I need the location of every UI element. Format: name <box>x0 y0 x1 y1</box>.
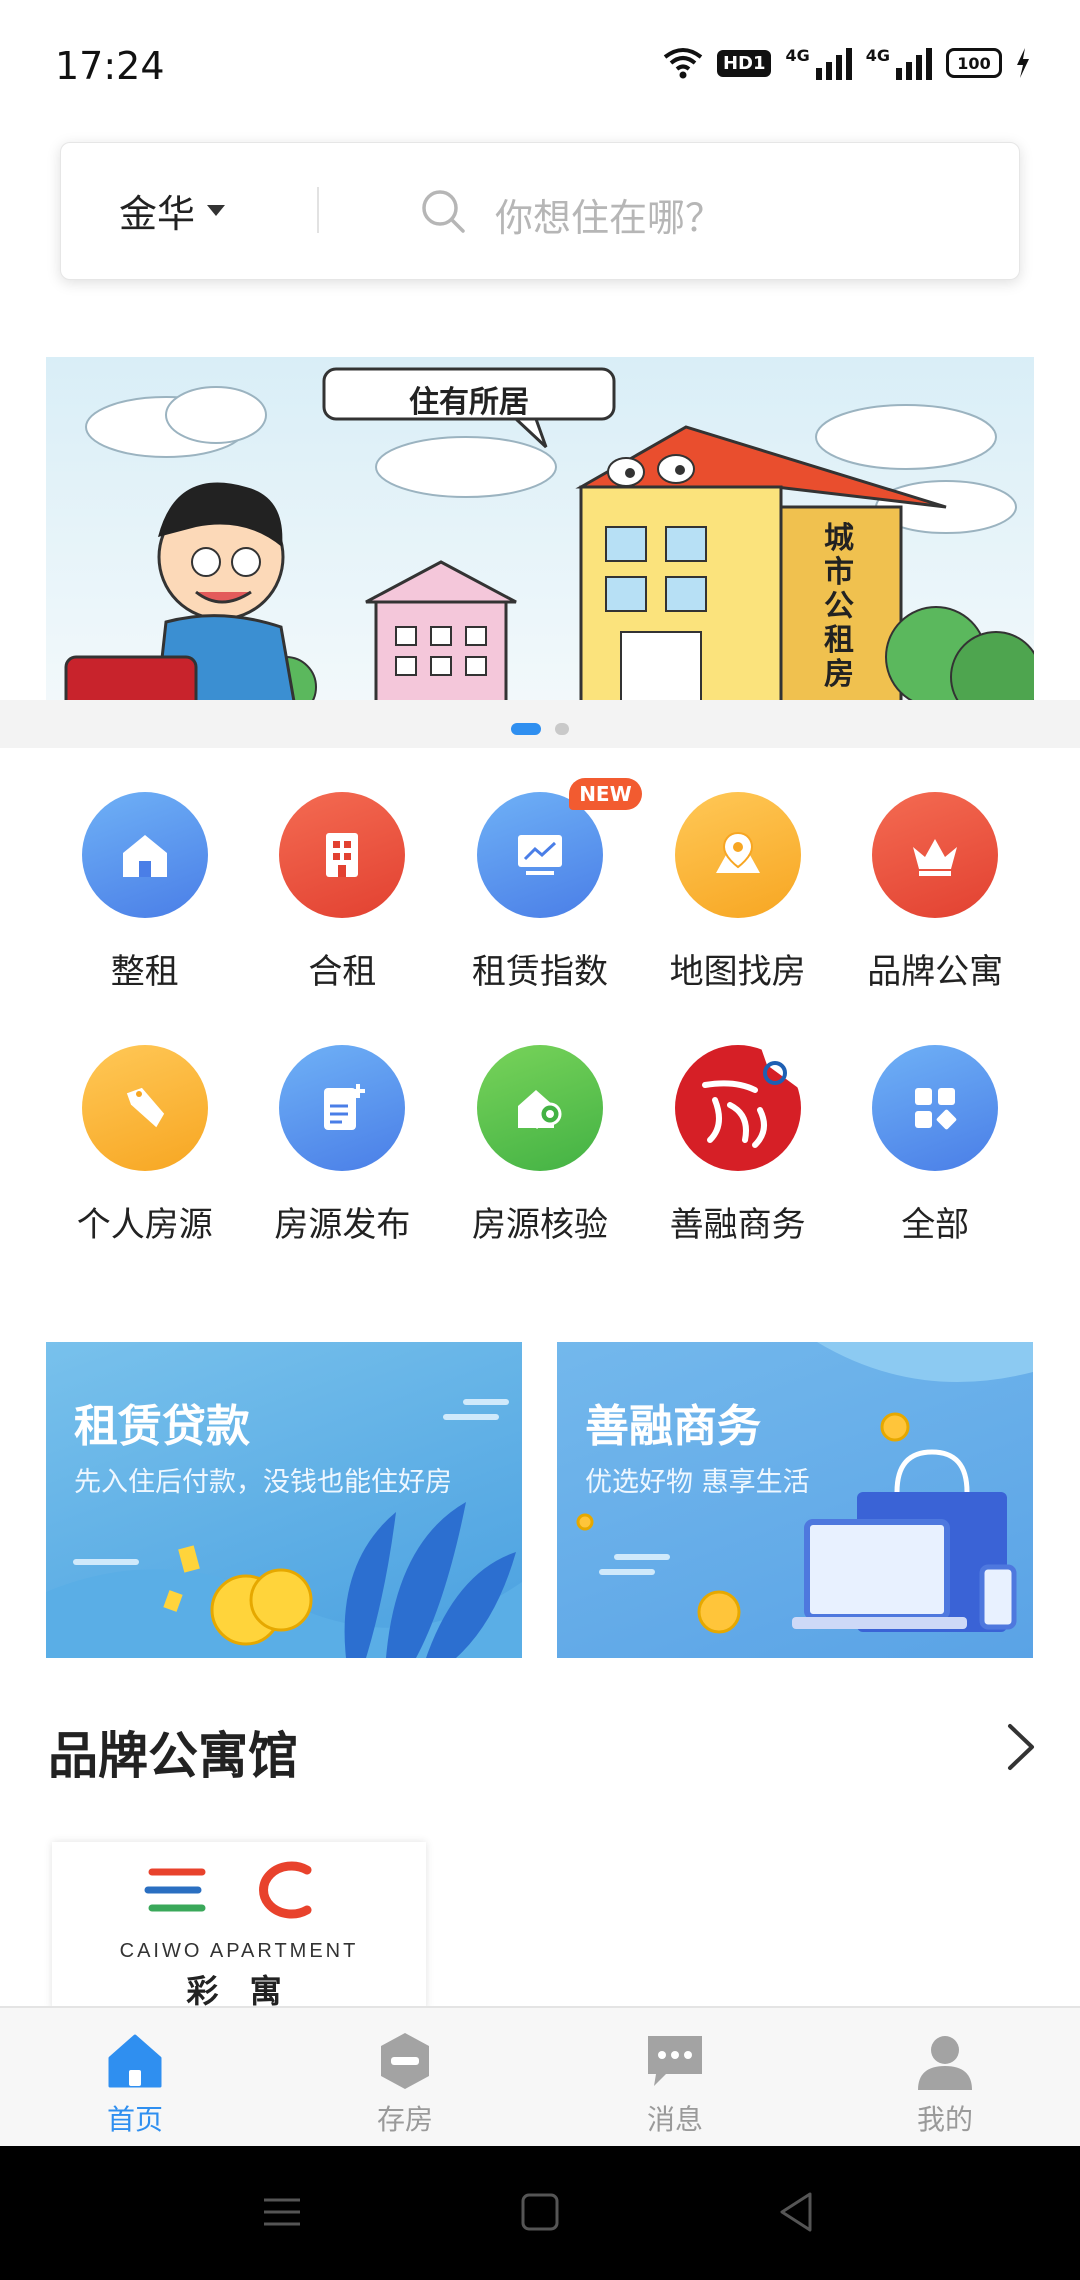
quick-item-label: 房源发布 <box>274 1205 411 1245</box>
search-icon <box>422 190 465 233</box>
battery-icon: 100 <box>946 48 1002 78</box>
tab-home[interactable]: 首页 <box>0 2008 270 2146</box>
promo-subtitle: 优选好物 惠享生活 <box>585 1467 810 1498</box>
house-key-icon <box>476 1045 603 1171</box>
carousel-dot[interactable] <box>555 723 569 735</box>
quick-item-label: 品牌公寓 <box>867 952 1004 992</box>
wifi-icon <box>663 48 703 79</box>
quick-menu-grid: 整租 合租 NEW 租赁指数 地图找房 品牌公寓 个人房源 房源发布 房源核验 … <box>46 778 1034 1246</box>
home-button-icon[interactable] <box>516 2188 564 2236</box>
search-bar[interactable]: 金华 你想住在哪？ <box>60 142 1020 280</box>
profile-icon <box>918 2036 972 2090</box>
grid-apps-icon <box>872 1045 999 1171</box>
status-time: 17:24 <box>55 44 165 88</box>
quick-item-personal-listing[interactable]: 个人房源 <box>46 1045 244 1246</box>
status-icons: HD1 4G 4G 100 <box>663 46 1030 80</box>
divider <box>317 187 319 233</box>
quick-item-label: 整租 <box>110 952 179 992</box>
quick-item-publish-listing[interactable]: 房源发布 <box>244 1045 442 1246</box>
brand-name-cn: 彩 寓 <box>186 1972 292 2010</box>
chevron-right-icon[interactable] <box>1004 1722 1038 1772</box>
promo-title: 租赁贷款 <box>74 1401 250 1452</box>
shanrong-logo-icon <box>674 1045 801 1171</box>
quick-item-rent-index[interactable]: NEW 租赁指数 <box>441 778 642 993</box>
tab-label: 我的 <box>916 2103 973 2136</box>
network-type-label: 4G <box>865 46 890 65</box>
quick-item-label: 合租 <box>308 952 377 992</box>
network-type-label: 4G <box>785 46 810 65</box>
home-icon <box>108 2034 162 2088</box>
promo-title: 善融商务 <box>585 1401 761 1452</box>
status-bar: 17:24 HD1 4G 4G 100 <box>0 0 1080 130</box>
promo-subtitle: 先入住后付款，没钱也能住好房 <box>74 1467 452 1498</box>
tab-label: 存房 <box>376 2103 433 2136</box>
signal-icon: 4G <box>785 46 852 80</box>
brand-card-caiwo[interactable]: CAIWO APARTMENT 彩 寓 <box>52 1842 426 2010</box>
tab-messages[interactable]: 消息 <box>540 2008 810 2146</box>
promo-card-shanrong[interactable]: 善融商务 优选好物 惠享生活 <box>557 1342 1033 1658</box>
hd-icon: HD1 <box>716 49 772 77</box>
promo-card-rent-loan[interactable]: 租赁贷款 先入住后付款，没钱也能住好房 <box>46 1342 522 1658</box>
quick-item-map-search[interactable]: 地图找房 <box>639 792 837 993</box>
section-title: 品牌公寓馆 <box>48 1727 298 1785</box>
tab-label: 消息 <box>646 2103 703 2136</box>
building-icon <box>279 792 406 918</box>
quick-item-all[interactable]: 全部 <box>836 1045 1034 1246</box>
tab-profile[interactable]: 我的 <box>810 2008 1080 2146</box>
city-label: 金华 <box>119 192 196 236</box>
carousel-indicator <box>0 723 1080 735</box>
system-navigation-bar <box>0 2146 1080 2280</box>
tab-deposit-house[interactable]: 存房 <box>270 2008 540 2146</box>
search-input[interactable]: 你想住在哪？ <box>495 187 723 242</box>
quick-item-label: 个人房源 <box>76 1205 213 1245</box>
quick-item-label: 全部 <box>901 1205 970 1245</box>
city-selector[interactable]: 金华 <box>119 183 226 238</box>
new-badge: NEW <box>569 778 642 810</box>
carousel-dot-active[interactable] <box>511 723 541 735</box>
quick-item-whole-rent[interactable]: 整租 <box>46 792 244 993</box>
quick-item-label: 租赁指数 <box>471 952 608 992</box>
quick-item-brand-apartment[interactable]: 品牌公寓 <box>836 792 1034 993</box>
bottom-tab-bar: 首页 存房 消息 我的 <box>0 2006 1080 2146</box>
message-icon <box>648 2036 702 2086</box>
quick-item-shanrong[interactable]: 善融商务 <box>639 1045 837 1246</box>
tag-icon <box>81 1045 208 1171</box>
chart-board-icon <box>476 792 603 918</box>
tab-label: 首页 <box>106 2103 163 2136</box>
banner-carousel[interactable]: 住有所居 城市公租房 <box>46 357 1034 713</box>
caret-down-icon <box>207 205 226 216</box>
quick-item-label: 房源核验 <box>471 1205 608 1245</box>
quick-item-shared-rent[interactable]: 合租 <box>244 792 442 993</box>
quick-item-label: 地图找房 <box>669 952 806 992</box>
back-icon[interactable] <box>772 2188 820 2236</box>
house-icon <box>81 792 208 918</box>
document-add-icon <box>279 1045 406 1171</box>
map-pin-icon <box>674 792 801 918</box>
banner-building-text: 城市公租房 <box>824 521 854 692</box>
quick-item-listing-verify[interactable]: 房源核验 <box>441 1045 639 1246</box>
brand-name-en: CAIWO APARTMENT <box>119 1940 359 1962</box>
quick-item-label: 善融商务 <box>669 1205 806 1245</box>
signal-icon: 4G <box>866 46 932 80</box>
menu-icon[interactable] <box>258 2188 306 2236</box>
caiwo-logo <box>144 1861 312 1919</box>
deposit-house-icon <box>381 2033 429 2089</box>
charging-icon <box>1017 48 1029 78</box>
banner-caption: 住有所居 <box>409 385 529 420</box>
crown-icon <box>872 792 999 918</box>
